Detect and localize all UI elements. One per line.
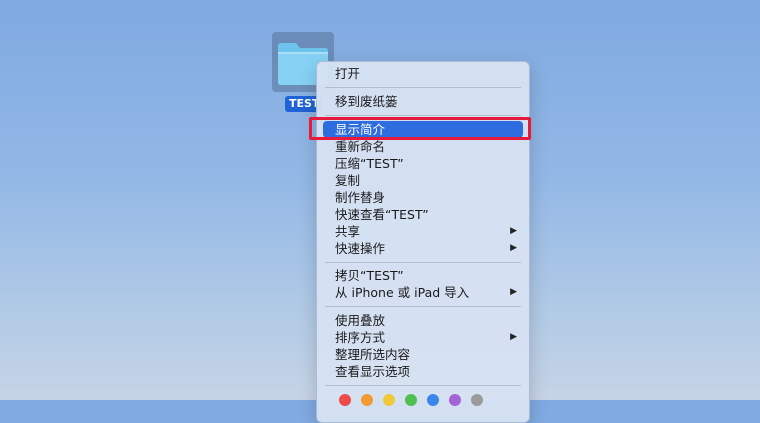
menu-item-move-to-trash[interactable]: 移到废纸篓 xyxy=(323,93,523,110)
menu-item-clean-up-selection[interactable]: 整理所选内容 xyxy=(323,346,523,363)
menu-item-label: 从 iPhone 或 iPad 导入 xyxy=(335,285,470,300)
tag-purple-dot[interactable] xyxy=(449,394,461,406)
menu-item-quick-look[interactable]: 快速查看“TEST” xyxy=(323,206,523,223)
menu-item-copy[interactable]: 拷贝“TEST” xyxy=(323,267,523,284)
tag-gray-dot[interactable] xyxy=(471,394,483,406)
desktop: TEST 打开 移到废纸篓 显示简介 重新命名 压缩“TEST” 复制 制作替身… xyxy=(0,0,760,423)
menu-separator xyxy=(325,115,521,116)
menu-item-label: 快速操作 xyxy=(335,241,386,256)
annotation-highlight-box xyxy=(309,117,531,140)
tag-green-dot[interactable] xyxy=(405,394,417,406)
menu-item-rename[interactable]: 重新命名 xyxy=(323,138,523,155)
menu-item-label: 拷贝“TEST” xyxy=(335,268,404,283)
menu-item-share[interactable]: 共享 ▶ xyxy=(323,223,523,240)
menu-item-make-alias[interactable]: 制作替身 xyxy=(323,189,523,206)
menu-item-compress[interactable]: 压缩“TEST” xyxy=(323,155,523,172)
menu-separator xyxy=(325,306,521,307)
menu-item-label: 复制 xyxy=(335,173,361,188)
menu-separator xyxy=(325,87,521,88)
menu-item-label: 共享 xyxy=(335,224,361,239)
menu-separator xyxy=(325,262,521,263)
menu-item-label: 打开 xyxy=(335,66,361,81)
menu-item-quick-actions[interactable]: 快速操作 ▶ xyxy=(323,240,523,257)
menu-item-label: 排序方式 xyxy=(335,330,386,345)
menu-item-duplicate[interactable]: 复制 xyxy=(323,172,523,189)
menu-item-sort-by[interactable]: 排序方式 ▶ xyxy=(323,329,523,346)
menu-item-use-stacks[interactable]: 使用叠放 xyxy=(323,312,523,329)
tag-blue-dot[interactable] xyxy=(427,394,439,406)
menu-item-label: 快速查看“TEST” xyxy=(335,207,429,222)
menu-item-label: 查看显示选项 xyxy=(335,364,411,379)
menu-item-label: 重新命名 xyxy=(335,139,386,154)
menu-item-open[interactable]: 打开 xyxy=(323,65,523,82)
chevron-right-icon: ▶ xyxy=(510,243,517,253)
menu-item-label: 制作替身 xyxy=(335,190,386,205)
menu-item-import-from-iphone[interactable]: 从 iPhone 或 iPad 导入 ▶ xyxy=(323,284,523,301)
menu-item-label: 压缩“TEST” xyxy=(335,156,404,171)
chevron-right-icon: ▶ xyxy=(510,226,517,236)
chevron-right-icon: ▶ xyxy=(510,332,517,342)
menu-separator xyxy=(325,385,521,386)
menu-item-show-view-options[interactable]: 查看显示选项 xyxy=(323,363,523,380)
menu-item-label: 整理所选内容 xyxy=(335,347,411,362)
chevron-right-icon: ▶ xyxy=(510,287,517,297)
tag-yellow-dot[interactable] xyxy=(383,394,395,406)
menu-item-label: 移到废纸篓 xyxy=(335,94,398,109)
tag-red-dot[interactable] xyxy=(339,394,351,406)
menu-item-label: 使用叠放 xyxy=(335,313,386,328)
tag-orange-dot[interactable] xyxy=(361,394,373,406)
context-menu: 打开 移到废纸篓 显示简介 重新命名 压缩“TEST” 复制 制作替身 快速查看… xyxy=(316,61,530,423)
